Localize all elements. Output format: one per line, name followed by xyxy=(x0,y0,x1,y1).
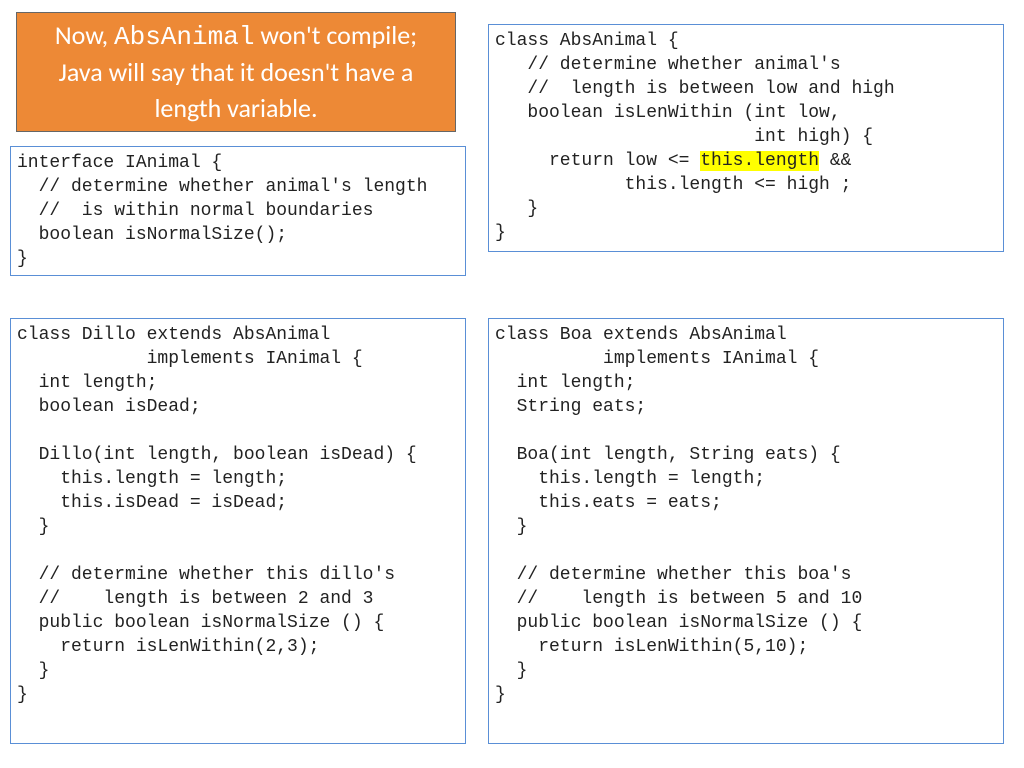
code-line: String eats; xyxy=(495,397,646,417)
code-line: implements IAnimal { xyxy=(17,349,363,369)
callout-text: Now, AbsAnimal won't compile; Java will … xyxy=(37,18,435,125)
code-line: // determine whether animal's xyxy=(495,55,841,75)
code-line: this.isDead = isDead; xyxy=(17,493,287,513)
code-line: // length is between low and high xyxy=(495,79,895,99)
code-line: Boa(int length, String eats) { xyxy=(495,445,841,465)
callout-prefix: Now, xyxy=(55,19,114,51)
callout-code: AbsAnimal xyxy=(114,22,254,52)
code-line: // length is between 2 and 3 xyxy=(17,589,373,609)
code-line: int length; xyxy=(17,373,157,393)
code-line: } xyxy=(495,661,527,681)
code-line: boolean isDead; xyxy=(17,397,201,417)
code-line: boolean isLenWithin (int low, xyxy=(495,103,841,123)
code-line: class AbsAnimal { xyxy=(495,31,679,51)
code-line: implements IAnimal { xyxy=(495,349,819,369)
code-line: public boolean isNormalSize () { xyxy=(17,613,384,633)
code-line: // determine whether animal's length xyxy=(17,177,427,197)
code-line: this.length <= high ; xyxy=(495,175,851,195)
code-line: Dillo(int length, boolean isDead) { xyxy=(17,445,417,465)
code-line: } xyxy=(495,223,506,243)
code-line: this.eats = eats; xyxy=(495,493,722,513)
code-line: // is within normal boundaries xyxy=(17,201,373,221)
callout-box: Now, AbsAnimal won't compile; Java will … xyxy=(16,12,456,132)
code-dillo: class Dillo extends AbsAnimal implements… xyxy=(10,318,466,744)
code-line-part: && xyxy=(819,151,851,171)
code-line: interface IAnimal { xyxy=(17,153,222,173)
code-line: boolean isNormalSize(); xyxy=(17,225,287,245)
code-line: class Boa extends AbsAnimal xyxy=(495,325,787,345)
code-line: } xyxy=(17,685,28,705)
code-ianimal: interface IAnimal { // determine whether… xyxy=(10,146,466,276)
code-line: // length is between 5 and 10 xyxy=(495,589,862,609)
code-line: return isLenWithin(5,10); xyxy=(495,637,808,657)
code-line: } xyxy=(17,517,49,537)
code-line: int length; xyxy=(495,373,635,393)
code-line: } xyxy=(495,685,506,705)
highlight-this-length: this.length xyxy=(700,151,819,171)
code-line: this.length = length; xyxy=(17,469,287,489)
code-line: } xyxy=(495,199,538,219)
code-line: // determine whether this boa's xyxy=(495,565,851,585)
code-line: int high) { xyxy=(495,127,873,147)
code-line: } xyxy=(495,517,527,537)
code-absanimal: class AbsAnimal { // determine whether a… xyxy=(488,24,1004,252)
code-boa: class Boa extends AbsAnimal implements I… xyxy=(488,318,1004,744)
code-line: this.length = length; xyxy=(495,469,765,489)
code-line: class Dillo extends AbsAnimal xyxy=(17,325,330,345)
code-line: } xyxy=(17,661,49,681)
code-line: } xyxy=(17,249,28,269)
code-line: // determine whether this dillo's xyxy=(17,565,395,585)
code-line-part: return low <= xyxy=(495,151,700,171)
code-line: return isLenWithin(2,3); xyxy=(17,637,319,657)
code-line: public boolean isNormalSize () { xyxy=(495,613,862,633)
